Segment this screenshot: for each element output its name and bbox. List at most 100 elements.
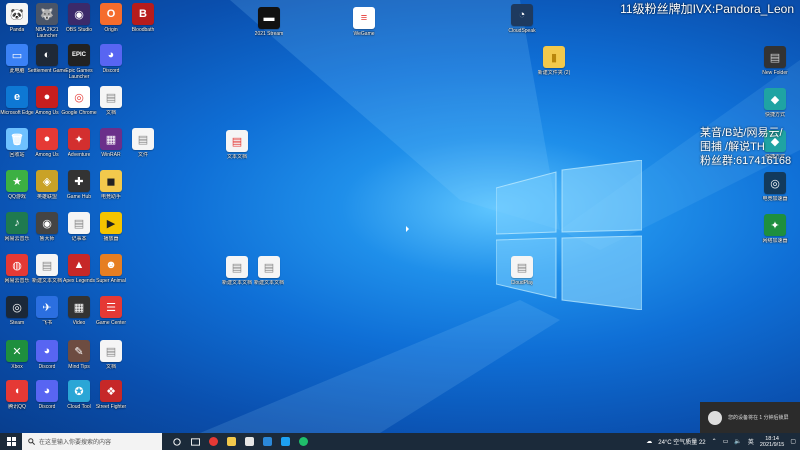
task-view-button[interactable]	[188, 433, 202, 450]
edge-icon: e	[6, 86, 28, 108]
overlay-line: 某音/B站/网易云/	[700, 127, 783, 139]
taskbar: 在这里输入你要搜索的内容 ☁ 24°C 空气质量 22 ⌃ ▭ 🔈 英 18:1…	[0, 433, 800, 450]
qq-icon: ◖	[6, 380, 28, 402]
desktop-icon[interactable]: ◕ Discord	[91, 44, 131, 80]
bloodbath-icon: B	[132, 3, 154, 25]
pc-icon: ▭	[6, 44, 28, 66]
desktop-icon[interactable]: ≡ WeGame	[344, 7, 384, 43]
desktop-icon[interactable]: ▤ 文本文档	[217, 130, 257, 166]
origin-icon: O	[100, 3, 122, 25]
among-us-icon: ●	[36, 86, 58, 108]
wegame-icon: ≡	[353, 7, 375, 29]
epic-games-icon: EPIC	[68, 44, 90, 66]
discord-icon: ◕	[36, 380, 58, 402]
document-icon: ▤	[258, 256, 280, 278]
desktop-icon[interactable]: ▮ 新建文件夹 (2)	[534, 46, 574, 82]
weather-text[interactable]: 24°C 空气质量 22	[658, 437, 705, 446]
desktop-icon[interactable]: ✦ 网络加速器	[755, 214, 795, 250]
taskbar-app-explorer[interactable]	[224, 433, 238, 450]
cortana-button[interactable]	[170, 433, 184, 450]
desktop-icon[interactable]: ▤ 文档	[91, 340, 131, 376]
ludashi-icon: ◉	[36, 212, 58, 234]
game-hub-icon: ✚	[68, 170, 90, 192]
desktop-icon[interactable]: ◆ 快捷方式	[755, 88, 795, 124]
notification-text: 您的设备将在 1 分钟后锁屏	[728, 415, 789, 421]
recycle-bin-icon: 🗑	[6, 128, 28, 150]
document-icon: ▤	[132, 128, 154, 150]
desktop-icon[interactable]: ▤ 新建文本文档	[249, 256, 289, 292]
folder-icon: ▬	[258, 7, 280, 29]
desktop-icon[interactable]: ❖ Street Fighter	[91, 380, 131, 416]
desktop-icon[interactable]: ▤ CloudPlay	[502, 256, 542, 292]
wolf-icon: 🐺	[36, 3, 58, 25]
task-view-icon	[190, 437, 200, 446]
start-button[interactable]	[0, 433, 22, 450]
apex-icon: ▲	[68, 254, 90, 276]
document-icon: ▤	[226, 256, 248, 278]
feishu-icon: ✈	[36, 296, 58, 318]
volume-icon[interactable]: 🔈	[734, 438, 741, 445]
document-icon: ▤	[100, 340, 122, 362]
document-icon: ▤	[226, 130, 248, 152]
panda-icon: 🐼	[6, 3, 28, 25]
street-fighter-icon: ❖	[100, 380, 122, 402]
windows-start-icon	[6, 437, 16, 446]
desktop[interactable]: 🐼 Panda ▭ 此电脑 e Microsoft Edge 🗑 回收站 ★ QQ游戏 ♪…	[0, 0, 800, 433]
network-accelerator-icon: ✦	[764, 214, 786, 236]
taskbar-clock[interactable]: 18:14 2021/9/15	[760, 436, 784, 448]
mail-icon	[262, 437, 272, 446]
desktop-icon[interactable]: B Bloodbath	[123, 3, 163, 39]
winrar-icon: ▦	[100, 128, 122, 150]
xbox-icon: ✕	[6, 340, 28, 362]
weather-icon[interactable]: ☁	[646, 438, 652, 445]
tray-arrow-icon[interactable]: ⌃	[712, 438, 717, 445]
desktop-icon[interactable]: ▬ 2021 Stream	[249, 7, 289, 43]
taskbar-app-green[interactable]	[296, 433, 310, 450]
game-icon: ◐	[36, 44, 58, 66]
desktop-icon[interactable]: ☻ Super Animal	[91, 254, 131, 290]
desktop-icon[interactable]: ◎ 电竞加速器	[755, 172, 795, 208]
avatar	[708, 410, 722, 425]
network-icon[interactable]: ▭	[723, 438, 729, 445]
cloud-tool-icon: ✪	[68, 380, 90, 402]
taskbar-app-twitter[interactable]	[278, 433, 292, 450]
notepad-icon: ▤	[68, 212, 90, 234]
music-icon: ♪	[6, 212, 28, 234]
desktop-icon[interactable]: ◔ CloudSpeak	[502, 4, 542, 40]
lol-icon: ◈	[36, 170, 58, 192]
overlay-line: 围捕 /解说TH	[700, 141, 765, 153]
super-animal-icon: ☻	[100, 254, 122, 276]
stream-overlay-title: 11级粉丝牌加IVX:Pandora_Leon	[620, 2, 794, 16]
notification-center-icon[interactable]: ▢	[790, 438, 796, 445]
obs-icon: ◉	[68, 3, 90, 25]
stream-overlay-info: 某音/B站/网易云/ 围捕 /解说TH 粉丝群:617416168	[700, 126, 800, 168]
among-us-icon: ●	[36, 128, 58, 150]
system-tray: ☁ 24°C 空气质量 22 ⌃ ▭ 🔈 英 18:14 2021/9/15 ▢	[646, 433, 796, 450]
taskbar-app-store[interactable]	[242, 433, 256, 450]
shortcut-icon: ◆	[764, 88, 786, 110]
taskbar-app-chrome[interactable]	[206, 433, 220, 450]
app-icon	[298, 437, 308, 446]
desktop-icon[interactable]: ▤ 文档	[91, 86, 131, 122]
game-center-icon: ☰	[100, 296, 122, 318]
desktop-icon[interactable]: ▶ 播放器	[91, 212, 131, 248]
desktop-icon[interactable]: ▤ New Folder	[755, 46, 795, 82]
document-icon: ▤	[36, 254, 58, 276]
mind-tips-icon: ✎	[68, 340, 90, 362]
desktop-icon[interactable]: ◼ 电竞助手	[91, 170, 131, 206]
steam-icon: ◎	[6, 296, 28, 318]
notification-toast[interactable]: 您的设备将在 1 分钟后锁屏	[700, 402, 800, 433]
discord-icon: ◕	[100, 44, 122, 66]
desktop-icon[interactable]: ▤ 文件	[123, 128, 163, 164]
player-icon: ▶	[100, 212, 122, 234]
adventure-icon: ✦	[68, 128, 90, 150]
search-icon	[28, 438, 35, 445]
search-placeholder: 在这里输入你要搜索的内容	[39, 440, 112, 446]
taskbar-app-mail[interactable]	[260, 433, 274, 450]
taskbar-search[interactable]: 在这里输入你要搜索的内容	[22, 433, 162, 450]
clock-date: 2021/9/15	[759, 441, 785, 448]
ime-icon[interactable]: 英	[748, 437, 754, 446]
chrome-icon: ◎	[68, 86, 90, 108]
desktop-icon[interactable]: ☰ Game Center	[91, 296, 131, 332]
store-icon	[244, 437, 254, 446]
